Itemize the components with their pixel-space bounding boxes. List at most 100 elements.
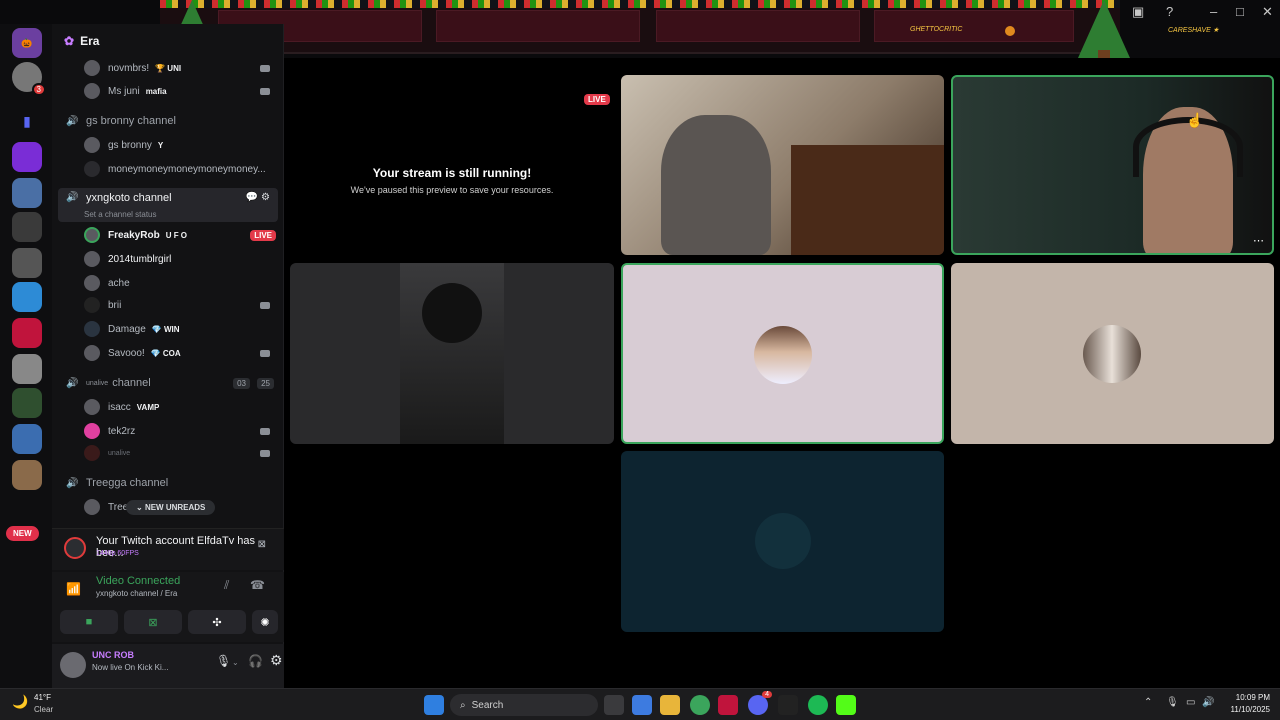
voice-user[interactable]: tek2rz xyxy=(52,420,284,442)
server-icon[interactable] xyxy=(12,212,42,242)
voice-channel[interactable]: 🔊 gs bronny channel xyxy=(52,110,284,132)
user-avatar[interactable] xyxy=(60,652,86,678)
headphones-icon[interactable]: 🎧 xyxy=(248,654,263,668)
noise-suppression-icon[interactable]: ⫽ xyxy=(224,578,229,593)
voice-user[interactable]: Savooo! 💎 COA xyxy=(52,342,284,364)
disconnect-icon[interactable]: ☎ xyxy=(250,578,265,592)
file-explorer-icon[interactable] xyxy=(660,695,680,715)
spotify-icon[interactable] xyxy=(808,695,828,715)
voice-user[interactable]: isacc VAMP xyxy=(52,396,284,418)
user-tag: 🏆 UNI xyxy=(155,63,182,73)
search-label: Search xyxy=(471,699,504,711)
help-icon[interactable]: ? xyxy=(1166,4,1173,19)
discord-icon[interactable]: 4 xyxy=(748,691,772,715)
mic-icon[interactable]: 🎙 xyxy=(216,654,231,668)
signal-icon[interactable]: 📶 xyxy=(66,582,81,596)
screen-share-icon: ⊠ xyxy=(148,616,158,629)
close-button[interactable]: ✕ xyxy=(1262,4,1273,20)
soundboard-button[interactable]: ✺ xyxy=(252,610,278,634)
voice-user[interactable]: novmbrs! 🏆 UNI xyxy=(52,57,284,79)
home-logo-icon[interactable]: 🎃 xyxy=(12,28,42,58)
user-name: moneymoneymoneymoneymoney... xyxy=(108,163,266,175)
server-icon[interactable] xyxy=(12,282,42,312)
clock-time[interactable]: 10:09 PM xyxy=(1226,693,1270,702)
copilot-icon[interactable] xyxy=(632,695,652,715)
mic-tray-icon[interactable]: 🎙 xyxy=(1166,697,1179,708)
voice-user[interactable]: brii xyxy=(52,294,284,316)
task-view-icon[interactable] xyxy=(604,695,624,715)
stream-notification[interactable]: Your Twitch account ElfdaTv has bee... 1… xyxy=(52,528,284,570)
user-name: tek2rz xyxy=(108,425,136,437)
video-tile[interactable] xyxy=(621,75,944,255)
channel-status[interactable]: Set a channel status xyxy=(84,210,157,219)
weather-desc[interactable]: Clear xyxy=(34,705,53,714)
user-status[interactable]: Now live On Kick Ki... xyxy=(92,663,168,672)
voice-status[interactable]: Video Connected xyxy=(96,575,180,587)
maximize-button[interactable]: □ xyxy=(1236,4,1244,19)
close-notification-icon[interactable]: ⊠ xyxy=(258,539,266,550)
voice-channel[interactable]: 🔊 unalive channel 03 25 xyxy=(52,372,284,394)
windows-start-icon[interactable] xyxy=(424,695,444,715)
server-icon[interactable] xyxy=(12,178,42,208)
voice-channel[interactable]: 🔊 Treegga channel xyxy=(52,472,284,494)
video-tile-speaking[interactable] xyxy=(621,263,944,444)
avatar xyxy=(84,345,100,361)
voice-user[interactable]: FreakyRob U F O LIVE xyxy=(52,224,284,246)
server-icon[interactable] xyxy=(12,354,42,384)
more-options-icon[interactable]: ⋯ xyxy=(1253,234,1264,247)
chrome-icon[interactable] xyxy=(690,695,710,715)
screen-share-button[interactable]: ⊠ xyxy=(124,610,182,634)
chevron-up-icon[interactable]: ⌃ xyxy=(1144,697,1152,708)
server-icon[interactable] xyxy=(12,424,42,454)
audio-app-icon[interactable] xyxy=(778,695,798,715)
kick-icon[interactable] xyxy=(836,695,856,715)
server-icon[interactable] xyxy=(12,248,42,278)
discord-badge: 4 xyxy=(762,691,772,698)
participant-avatar xyxy=(755,513,811,569)
dm-avatar[interactable]: 3 xyxy=(12,62,46,96)
taskbar-search[interactable]: ⌕ Search xyxy=(450,694,598,716)
weather-temp[interactable]: 41°F xyxy=(34,693,51,702)
voice-location[interactable]: yxngkoto channel / Era xyxy=(96,589,177,598)
chevron-down-icon[interactable]: ⌄ xyxy=(232,658,239,667)
inbox-icon[interactable]: ▣ xyxy=(1132,4,1144,20)
network-icon[interactable]: ▭ xyxy=(1186,697,1195,708)
volume-icon[interactable]: 🔊 xyxy=(1202,697,1214,708)
voice-user[interactable]: ache xyxy=(52,272,284,294)
settings-gear-icon[interactable]: ⚙ xyxy=(270,652,283,669)
minimize-button[interactable]: – xyxy=(1210,4,1217,19)
video-tile[interactable] xyxy=(621,451,944,632)
activities-button[interactable]: ✣ xyxy=(188,610,246,634)
video-tile-speaking[interactable]: ⋯ xyxy=(951,75,1274,255)
server-header[interactable]: ✿ Era xyxy=(64,34,99,48)
user-tag: 💎 COA xyxy=(150,348,181,358)
weather-icon[interactable]: 🌙 xyxy=(12,694,28,710)
voice-user[interactable]: gs bronny Y xyxy=(52,134,284,156)
camera-button[interactable]: ■ xyxy=(60,610,118,634)
user-name[interactable]: UNC ROB xyxy=(92,650,134,660)
channel-actions-icon[interactable]: 💬 ⚙ xyxy=(246,192,270,203)
avatar xyxy=(84,399,100,415)
video-tile[interactable] xyxy=(290,263,614,444)
server-icon[interactable] xyxy=(12,388,42,418)
avatar xyxy=(84,297,100,313)
app-icon[interactable] xyxy=(718,695,738,715)
camera-icon xyxy=(260,64,270,72)
voice-user[interactable]: moneymoneymoneymoneymoney... xyxy=(52,158,284,180)
channel-name: Treegga channel xyxy=(86,477,169,489)
server-icon[interactable] xyxy=(12,460,42,490)
clock-date[interactable]: 11/10/2025 xyxy=(1226,705,1270,714)
camera-icon xyxy=(260,427,270,435)
stream-preview-paused[interactable]: LIVE Your stream is still running! We've… xyxy=(290,74,614,256)
server-icon[interactable] xyxy=(12,142,42,172)
server-gear-icon: ✿ xyxy=(64,34,75,48)
new-unreads-button[interactable]: ⌄ NEW UNREADS xyxy=(126,500,216,515)
voice-user[interactable]: Damage 💎 WIN xyxy=(52,318,284,340)
voice-user[interactable]: unalive xyxy=(52,442,284,464)
folder-icon[interactable]: ▮ xyxy=(12,106,42,136)
new-pill[interactable]: NEW xyxy=(6,526,39,541)
video-tile[interactable] xyxy=(951,263,1274,444)
server-icon[interactable] xyxy=(12,318,42,348)
voice-user[interactable]: 2014tumblrgirl xyxy=(52,248,284,270)
voice-user[interactable]: Ms juni mafia xyxy=(52,80,284,102)
